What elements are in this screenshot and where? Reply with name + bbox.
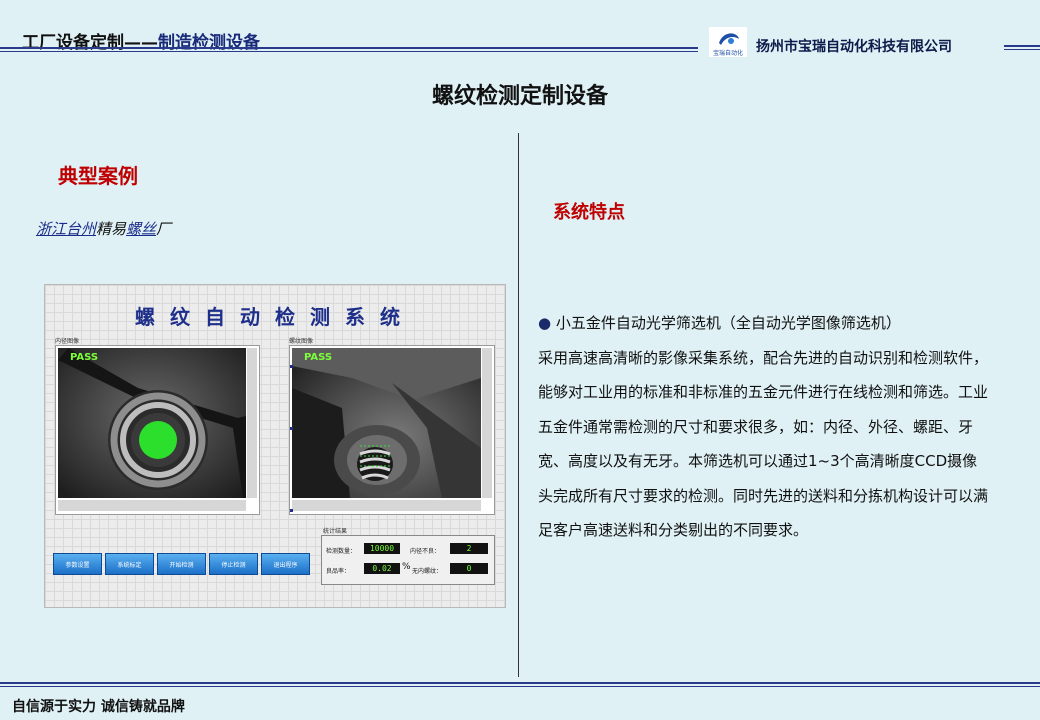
header-rule-right-thin <box>1004 49 1040 50</box>
header-rule-left <box>0 47 698 49</box>
marker-dot <box>290 365 293 368</box>
exit-program-button[interactable]: 退出程序 <box>261 553 310 575</box>
inspection-software-screenshot: 螺纹自动检测系统 内径图像 PASS 螺纹图像 PASS 参数设置 系统标定 开… <box>44 284 506 608</box>
percent-sign: % <box>402 562 411 572</box>
header-rule-right <box>1004 45 1040 47</box>
scrollbar-vertical-left[interactable] <box>247 348 257 498</box>
logo-text: 宝瑞自动化 <box>712 50 743 57</box>
features-heading: 系统特点 <box>553 202 625 223</box>
page-title: 螺纹检测定制设备 <box>431 84 608 109</box>
pass-indicator-right: PASS <box>304 352 333 363</box>
header-title-sub: 制造检测设备 <box>158 33 260 53</box>
case-subtitle: 浙江台州精易螺丝厂 <box>36 218 171 239</box>
marker-dot <box>290 509 293 512</box>
features-paragraph: 采用高速高清晰的影像采集系统，配合先进的自动识别和检测软件，能够对工业用的标准和… <box>538 348 989 540</box>
bore-image <box>58 348 246 498</box>
yield-value: 0.02 <box>364 563 400 574</box>
column-divider <box>518 133 519 677</box>
header-title: 工厂设备定制——制造检测设备 <box>22 28 260 53</box>
footer-rule-thin <box>0 686 1040 687</box>
case-heading: 典型案例 <box>58 164 138 188</box>
case-link-taizhou[interactable]: 浙江台州 <box>36 220 96 238</box>
footer-slogan: 自信源于实力 诚信铸就品牌 <box>12 699 185 715</box>
yield-label: 良品率： <box>326 568 351 575</box>
pass-indicator-left: PASS <box>70 352 99 363</box>
case-link-screw[interactable]: 螺丝 <box>126 220 156 238</box>
camera-panel-right: PASS <box>289 345 495 515</box>
no-thread-value: 0 <box>450 563 488 574</box>
header-title-main: 工厂设备定制—— <box>22 33 158 53</box>
bore-defect-label: 内径不良： <box>410 548 441 555</box>
header-rule-left-thin <box>0 51 698 52</box>
scrollbar-horizontal-right[interactable] <box>292 500 481 511</box>
features-body: ● 小五金件自动光学筛选机（全自动光学图像筛选机） 采用高速高清晰的影像采集系统… <box>538 306 990 548</box>
no-thread-label: 无内螺纹： <box>412 568 443 575</box>
camera-image-right: PASS <box>292 348 481 498</box>
scrollbar-horizontal-left[interactable] <box>58 500 246 511</box>
company-logo: 宝瑞自动化 <box>709 27 747 57</box>
software-title: 螺纹自动检测系统 <box>135 305 415 329</box>
stats-panel: 检测数量： 10000 内径不良： 2 良品率： 0.02 % 无内螺纹： 0 <box>321 535 495 585</box>
camera-image-left: PASS <box>58 348 246 498</box>
count-value: 10000 <box>364 543 400 554</box>
panel-left-label: 内径图像 <box>55 338 80 345</box>
system-calibration-button[interactable]: 系统标定 <box>105 553 154 575</box>
bore-defect-value: 2 <box>450 543 488 554</box>
features-first-line: ● 小五金件自动光学筛选机（全自动光学图像筛选机） <box>538 306 990 341</box>
footer-rule <box>0 682 1040 684</box>
case-text-jingyi: 精易 <box>96 220 127 238</box>
count-label: 检测数量： <box>326 548 357 555</box>
features-lead: 小五金件自动光学筛选机（全自动光学图像筛选机） <box>555 314 901 332</box>
camera-panel-left: PASS <box>55 345 260 515</box>
bullet-icon: ● <box>538 314 552 332</box>
scrollbar-vertical-right[interactable] <box>482 348 492 498</box>
panel-right-label: 螺纹图像 <box>289 338 314 345</box>
marker-dot <box>290 427 293 430</box>
company-name: 扬州市宝瑞自动化科技有限公司 <box>756 39 952 55</box>
stop-inspection-button[interactable]: 停止检测 <box>209 553 258 575</box>
start-inspection-button[interactable]: 开始检测 <box>157 553 206 575</box>
param-settings-button[interactable]: 参数设置 <box>53 553 102 575</box>
case-text-factory: 厂 <box>156 220 172 238</box>
stats-title: 统计结果 <box>323 528 348 535</box>
thread-image <box>292 348 481 498</box>
